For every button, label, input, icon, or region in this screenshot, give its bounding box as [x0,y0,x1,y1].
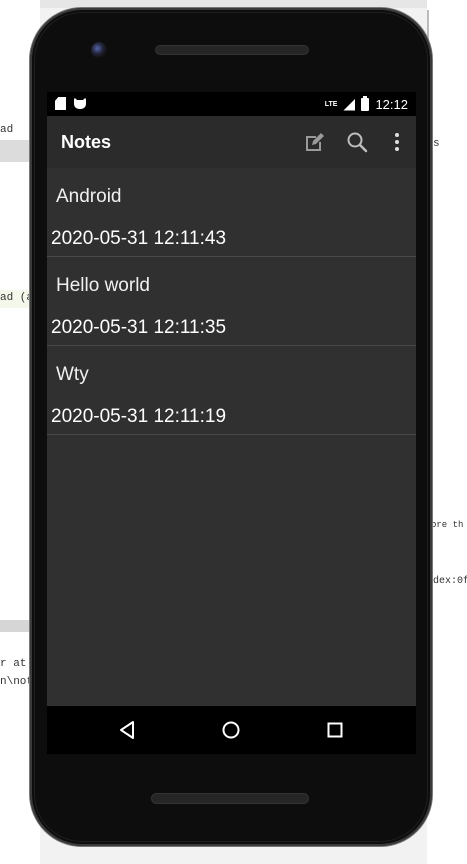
home-icon[interactable] [219,718,243,742]
compose-icon[interactable] [303,130,327,154]
app-title: Notes [61,132,112,152]
note-date: 2020-05-31 12:11:19 [51,406,227,427]
ide-fragment: ad [0,124,14,136]
status-bar: LTE 12:12 [47,92,416,116]
top-speaker [156,46,308,54]
sd-card-icon [55,97,66,110]
list-item[interactable]: Android 2020-05-31 12:11:43 [47,168,416,257]
notes-list: Android 2020-05-31 12:11:43 Hello world … [47,168,416,746]
ide-fragment: ndex:0f [427,576,467,587]
list-item[interactable]: Wty 2020-05-31 12:11:19 [47,346,416,435]
ide-fragment: ad (a [0,292,34,304]
signal-icon [343,98,356,111]
note-date: 2020-05-31 12:11:43 [51,228,227,249]
navigation-bar [47,706,416,754]
list-item[interactable]: Hello world 2020-05-31 12:11:35 [47,257,416,346]
recents-icon[interactable] [323,718,347,742]
note-title: Hello world [56,275,150,296]
battery-icon [361,96,370,111]
camera-icon [91,42,107,58]
ide-tab-strip: main [0,0,467,8]
ide-fragment: n\not [0,676,34,688]
note-date: 2020-05-31 12:11:35 [51,317,227,338]
back-icon[interactable] [115,718,139,742]
more-vert-icon[interactable] [385,130,409,154]
search-icon[interactable] [345,130,369,154]
ide-fragment: ore th [431,520,464,530]
ide-fragment: s [433,138,440,150]
network-type-label: LTE [324,101,338,108]
android-debug-icon [74,97,86,109]
note-title: Android [56,186,122,207]
status-time: 12:12 [375,97,408,112]
bottom-speaker [152,794,308,803]
app-bar: Notes [47,116,416,168]
device-screen: LTE 12:12 Notes Android 2020-05-31 12:11… [47,92,416,746]
note-title: Wty [56,364,89,385]
ide-right-panel: s ore th ndex:0f [427,0,467,864]
